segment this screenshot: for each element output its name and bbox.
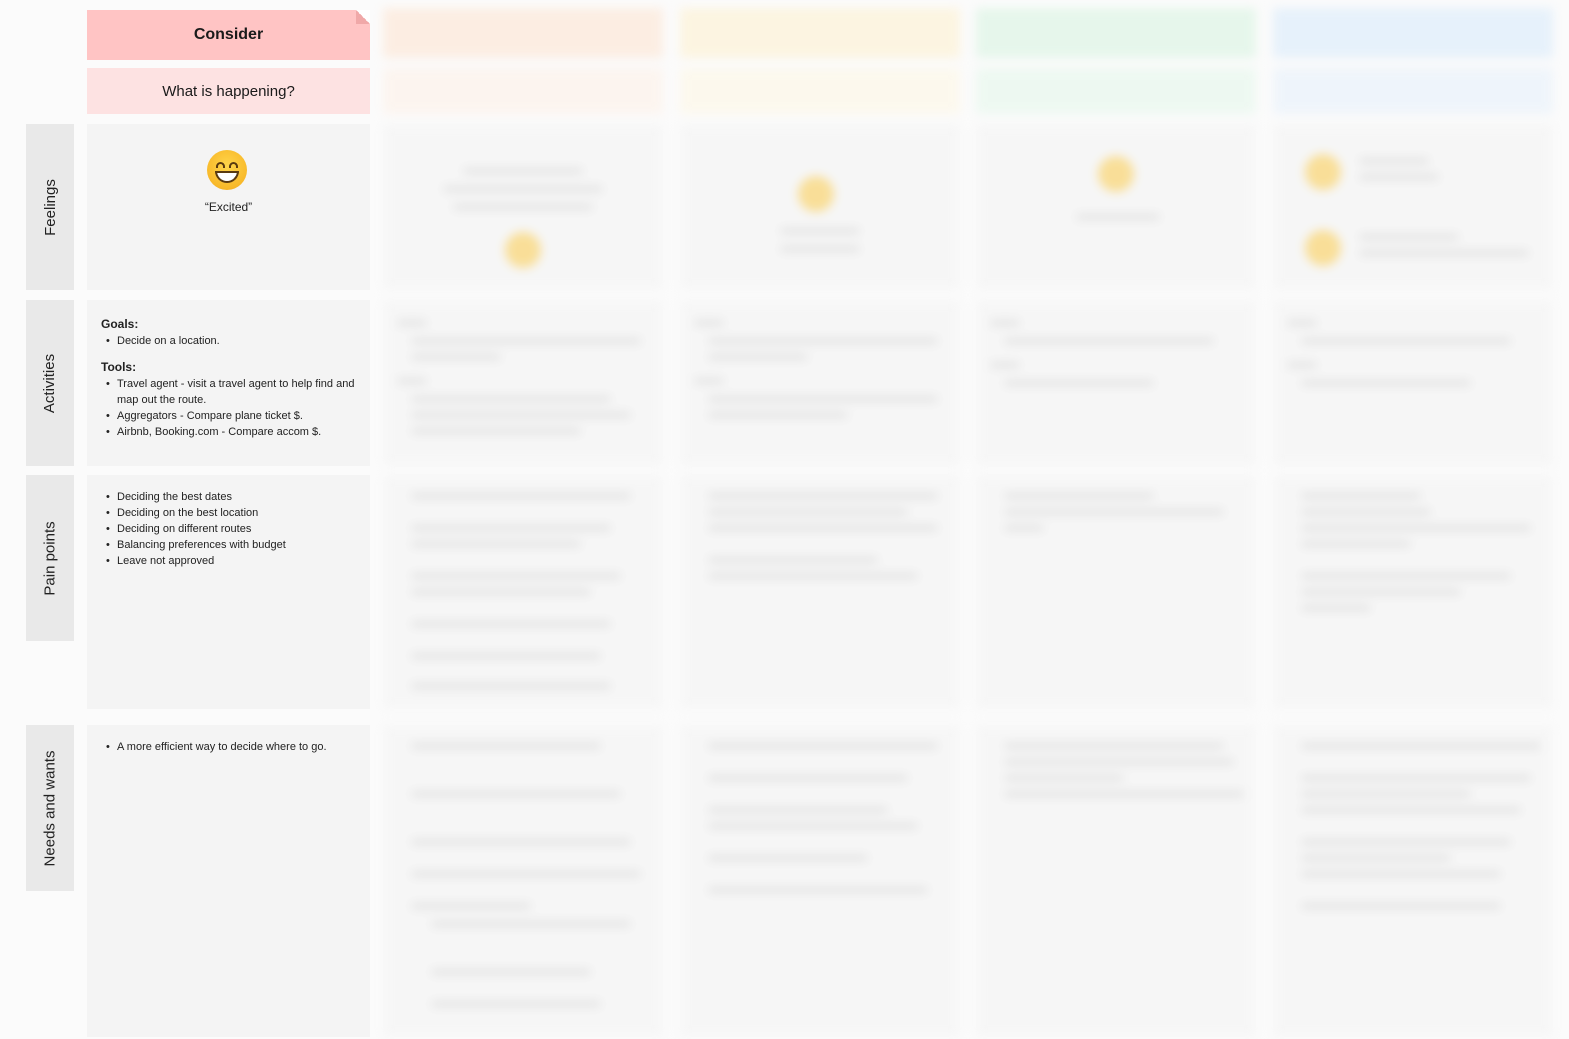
needs-cell[interactable]: A more efficient way to decide where to …	[87, 725, 370, 1037]
blurred-stage-5	[1273, 0, 1553, 1039]
goal-item: Decide on a location.	[101, 333, 358, 349]
tool-item: Aggregators - Compare plane ticket $.	[101, 408, 358, 424]
goals-heading: Goals:	[101, 317, 139, 331]
row-label-needs: Needs and wants	[26, 725, 74, 891]
tool-item: Travel agent - visit a travel agent to h…	[101, 376, 358, 408]
row-label-pain-points-text: Pain points	[41, 520, 59, 596]
row-label-feelings-text: Feelings	[41, 178, 59, 236]
activities-cell[interactable]: Goals: Decide on a location. Tools: Trav…	[87, 300, 370, 466]
blurred-stages	[383, 0, 1569, 1039]
stage-title: Consider	[193, 26, 264, 43]
need-item: A more efficient way to decide where to …	[101, 739, 358, 755]
stage-header-consider[interactable]: Consider	[87, 10, 370, 60]
tool-item: Airbnb, Booking.com - Compare accom $.	[101, 424, 358, 440]
row-label-activities: Activities	[26, 300, 74, 466]
feeling-quote: “Excited”	[204, 200, 253, 214]
pain-point-item: Deciding the best dates	[101, 489, 358, 505]
stage-subtitle-text: What is happening?	[162, 82, 295, 100]
blurred-stage-3	[680, 0, 960, 1039]
feelings-cell[interactable]: “Excited”	[87, 124, 370, 290]
blurred-stage-2	[383, 0, 663, 1039]
tools-heading: Tools:	[101, 360, 137, 374]
stage-subtitle[interactable]: What is happening?	[87, 68, 370, 114]
pain-point-item: Leave not approved	[101, 553, 358, 569]
fold-corner-icon	[356, 10, 370, 24]
pain-point-item: Deciding on different routes	[101, 521, 358, 537]
pain-point-item: Deciding on the best location	[101, 505, 358, 521]
pain-point-item: Balancing preferences with budget	[101, 537, 358, 553]
blurred-stage-4	[976, 0, 1256, 1039]
row-label-pain-points: Pain points	[26, 475, 74, 641]
row-label-feelings: Feelings	[26, 124, 74, 290]
row-label-needs-text: Needs and wants	[41, 750, 59, 866]
grinning-face-icon	[207, 150, 247, 190]
row-label-activities-text: Activities	[41, 353, 59, 413]
pain-points-cell[interactable]: Deciding the best dates Deciding on the …	[87, 475, 370, 709]
